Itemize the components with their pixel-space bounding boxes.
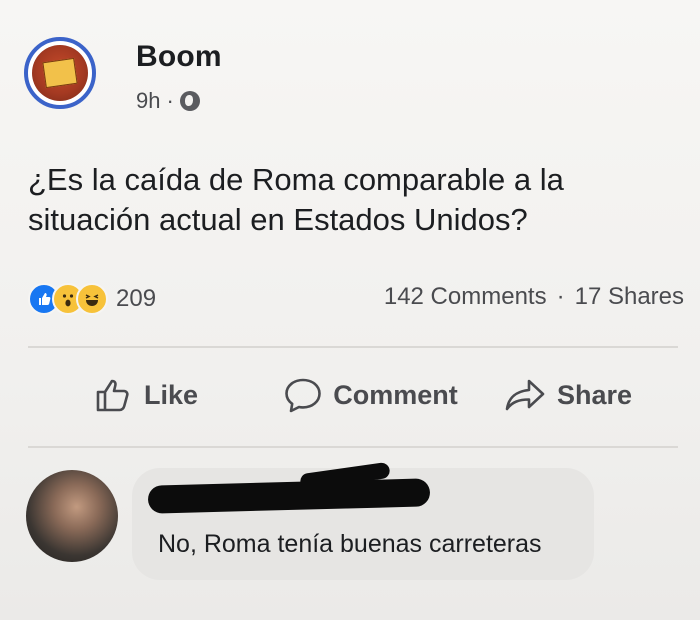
divider-bottom [28,446,678,448]
logo-mark [42,57,78,89]
shares-count[interactable]: 17 Shares [575,283,684,311]
globe-icon[interactable] [179,91,200,111]
like-label: Like [144,379,199,410]
share-arrow-icon [505,379,545,411]
page-logo [32,45,88,101]
page-avatar[interactable] [24,37,96,109]
like-button[interactable]: Like [28,373,238,417]
comment-label: Comment [333,379,458,410]
engagement-stats: 142 Comments · 17 Shares [384,283,684,311]
divider-top [28,346,678,348]
stats-separator: · [556,283,565,310]
comment-text: No, Roma tenía buenas carreteras [158,530,542,558]
share-label: Share [556,379,632,410]
share-button[interactable]: Share [503,373,678,417]
page-name[interactable]: Boom [136,40,222,74]
post-text: ¿Es la caída de Roma comparable a la sit… [28,162,564,237]
speech-bubble-icon [285,378,322,413]
post-card: Boom 9h · ¿Es la caída de Roma comparabl… [0,0,700,620]
haha-icon [76,283,108,315]
comments-count[interactable]: 142 Comments [384,283,547,311]
reactions-summary[interactable]: 209 [28,283,156,315]
commenter-avatar[interactable] [26,470,118,562]
thumbs-up-icon [96,379,129,412]
meta-separator: · [166,88,174,113]
post-time[interactable]: 9h [136,88,160,114]
reaction-count: 209 [116,285,157,312]
comment-button[interactable]: Comment [283,372,458,418]
action-bar: Like Comment Share [28,372,678,418]
post-meta: 9h · [136,88,200,114]
